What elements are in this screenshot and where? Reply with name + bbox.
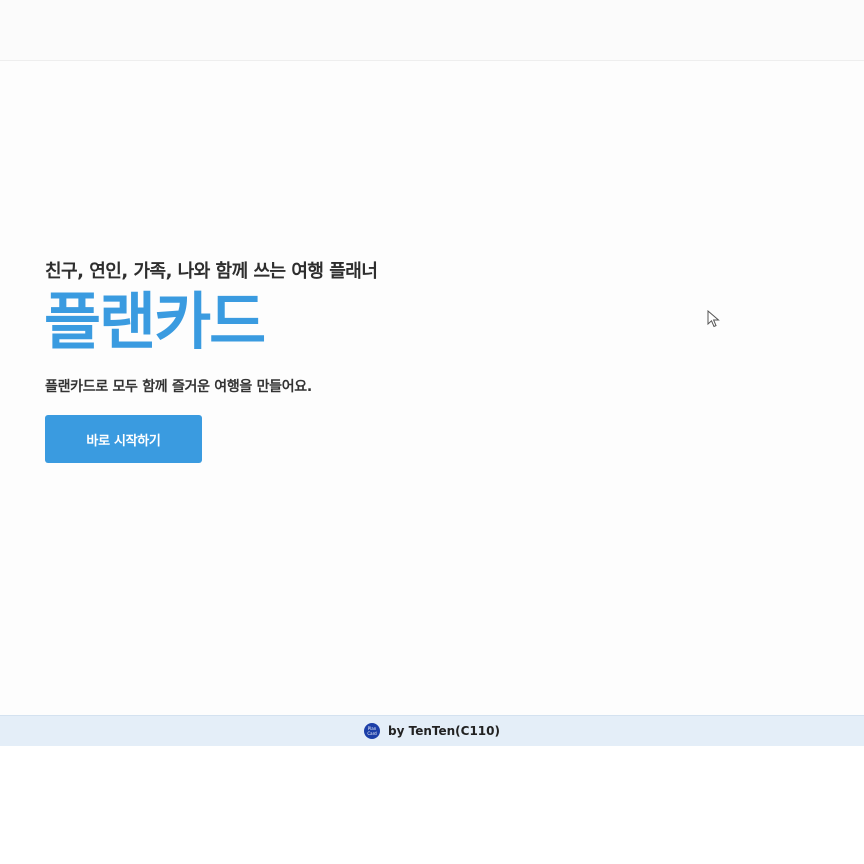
hero-tagline: 친구, 연인, 가족, 나와 함께 쓰는 여행 플래너 (45, 261, 378, 282)
blank-area (0, 746, 864, 864)
mouse-pointer-icon (707, 310, 720, 328)
top-navigation-bar (0, 0, 864, 61)
plancard-logo-icon: Plan Card (364, 723, 381, 739)
footer-credit: by TenTen(C110) (388, 724, 500, 738)
footer-logo-text: Plan Card (367, 726, 377, 736)
brand-title: 플랜카드 (44, 285, 266, 358)
hero-subtitle: 플랜카드로 모두 함께 즐거운 여행을 만들어요. (45, 379, 312, 395)
start-now-button[interactable]: 바로 시작하기 (45, 415, 202, 463)
footer-bar: Plan Card by TenTen(C110) (0, 715, 864, 747)
